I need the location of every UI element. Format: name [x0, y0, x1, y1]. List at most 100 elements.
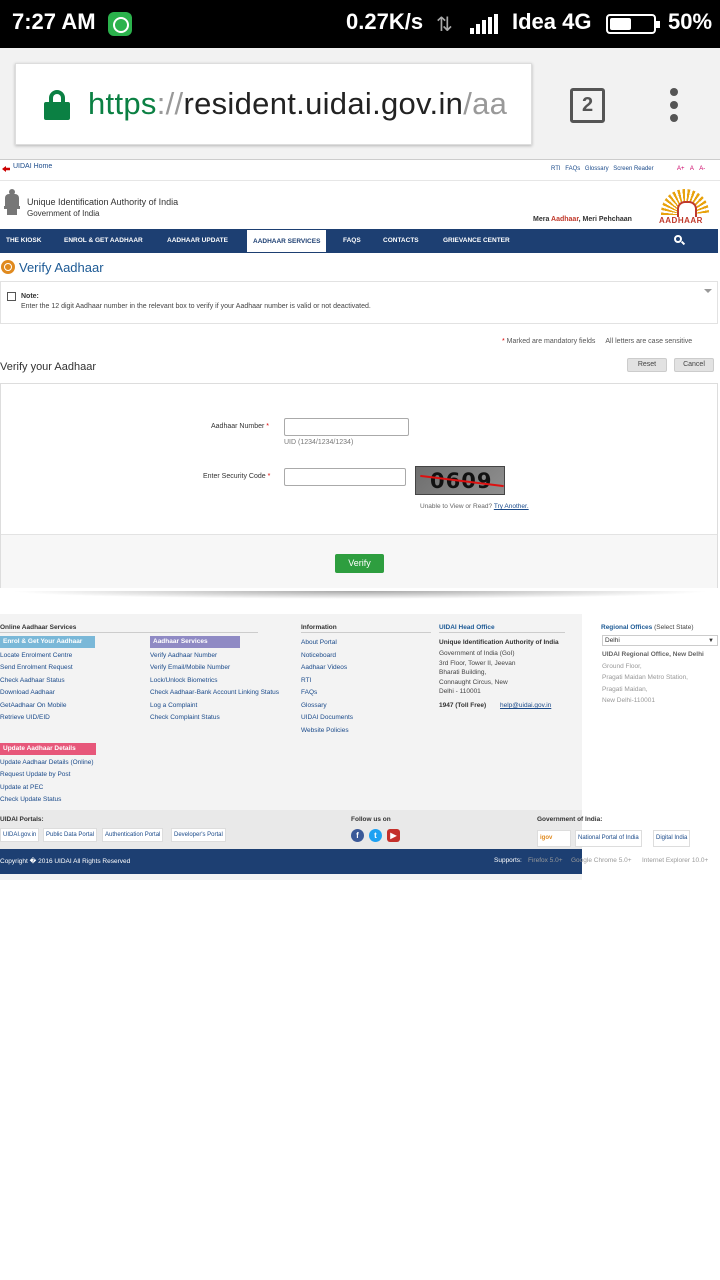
footer-link[interactable]: Update Aadhaar Details (Online): [0, 759, 94, 766]
aadhaar-number-input[interactable]: [284, 418, 409, 436]
aadhaar-sun-icon: [661, 189, 709, 217]
aadhaar-format-hint: UID (1234/1234/1234): [284, 439, 354, 446]
footer-link[interactable]: Check Aadhaar-Bank Account Linking Statu…: [150, 689, 279, 696]
section-title: Verify your Aadhaar: [0, 361, 97, 373]
youtube-icon[interactable]: ▶: [387, 829, 400, 842]
cancel-button[interactable]: Cancel: [674, 358, 714, 372]
battery-percent: 50%: [668, 9, 713, 34]
footer-link[interactable]: Log a Complaint: [150, 702, 197, 709]
footer-link[interactable]: FAQs: [301, 689, 317, 696]
try-another-link[interactable]: Try Another.: [494, 503, 529, 510]
enrol-tag: Enrol & Get Your Aadhaar: [0, 636, 95, 648]
footer-link[interactable]: Check Aadhaar Status: [0, 677, 65, 684]
font-normal-button[interactable]: A: [690, 166, 694, 172]
footer-link[interactable]: Send Enrolment Request: [0, 664, 73, 671]
footer-link[interactable]: Verify Aadhaar Number: [150, 652, 217, 659]
faqs-link[interactable]: FAQs: [565, 166, 580, 172]
footer-link[interactable]: Check Complaint Status: [150, 714, 220, 721]
footer-link[interactable]: Check Update Status: [0, 796, 61, 803]
chevron-down-icon: ▼: [708, 638, 714, 644]
update-tag: Update Aadhaar Details: [0, 743, 96, 755]
status-bar: 7:27 AM 0.27K/s ⇅ Idea 4G 50%: [0, 0, 720, 48]
web-page: UIDAI Home RTI FAQs Glossary Screen Read…: [0, 160, 720, 1280]
browser-toolbar: https://resident.uidai.gov.in/aa 2: [0, 48, 720, 160]
collapse-arrow-icon[interactable]: [704, 289, 712, 293]
search-icon[interactable]: [674, 235, 685, 246]
twitter-icon[interactable]: t: [369, 829, 382, 842]
signal-icon: [470, 14, 500, 34]
regional-office-name: UIDAI Regional Office, New Delhi: [602, 651, 704, 658]
footer-link[interactable]: About Portal: [301, 639, 337, 646]
magnifier-icon: [1, 260, 15, 274]
regional-offices-title: Regional Offices (Select State): [601, 624, 694, 631]
font-increase-button[interactable]: A+: [677, 166, 685, 172]
battery-icon: [606, 14, 660, 34]
captcha-help: Unable to View or Read? Try Another.: [420, 503, 529, 510]
footer-link[interactable]: Request Update by Post: [0, 771, 70, 778]
footer-link[interactable]: GetAadhaar On Mobile: [0, 702, 66, 709]
igov-logo[interactable]: igov: [537, 830, 571, 847]
footer-link[interactable]: Locate Enrolment Centre: [0, 652, 72, 659]
portal-link[interactable]: Developer's Portal: [171, 828, 226, 842]
portal-link[interactable]: Public Data Portal: [43, 828, 98, 842]
gov-title: Government of India:: [537, 816, 603, 823]
address-line: Bharati Building,: [439, 669, 487, 676]
footer-link[interactable]: Lock/Unlock Biometrics: [150, 677, 218, 684]
back-arrow-icon[interactable]: [2, 166, 10, 172]
national-portal-link[interactable]: National Portal of India: [575, 830, 642, 847]
tab-switcher-button[interactable]: 2: [570, 88, 605, 123]
address-line: Connaught Circus, New: [439, 679, 508, 686]
browser-support: Google Chrome 5.0+: [571, 857, 632, 864]
verify-form: Aadhaar Number * UID (1234/1234/1234) En…: [0, 383, 718, 588]
network-speed: 0.27K/s: [346, 9, 424, 34]
footer-link[interactable]: Glossary: [301, 702, 327, 709]
glossary-link[interactable]: Glossary: [585, 166, 609, 172]
footer-link[interactable]: Verify Email/Mobile Number: [150, 664, 230, 671]
footer-link[interactable]: Website Policies: [301, 727, 349, 734]
portal-link[interactable]: Authentication Portal: [102, 828, 164, 842]
main-nav: THE KIOSK ENROL & GET AADHAAR AADHAAR UP…: [0, 229, 718, 253]
nav-aadhaar-services[interactable]: AADHAAR SERVICES: [246, 229, 328, 253]
footer-link[interactable]: Download Aadhaar: [0, 689, 55, 696]
battery-fill: [610, 18, 631, 30]
address-bar[interactable]: https://resident.uidai.gov.in/aa: [15, 63, 532, 145]
page-title: Verify Aadhaar: [19, 260, 104, 275]
facebook-icon[interactable]: f: [351, 829, 364, 842]
nav-contacts[interactable]: CONTACTS: [383, 229, 419, 253]
nav-aadhaar-update[interactable]: AADHAAR UPDATE: [167, 229, 228, 253]
portal-link[interactable]: UIDAI.gov.in: [0, 828, 40, 842]
note-text: Enter the 12 digit Aadhaar number in the…: [21, 303, 371, 310]
reset-button[interactable]: Reset: [627, 358, 667, 372]
security-code-input[interactable]: [284, 468, 406, 486]
email-link[interactable]: help@uidai.gov.in: [500, 702, 551, 709]
state-select[interactable]: Delhi ▼: [602, 635, 718, 646]
aadhaar-logo[interactable]: AADHAAR: [655, 189, 715, 225]
verify-button[interactable]: Verify: [335, 554, 384, 573]
utility-bar: UIDAI Home RTI FAQs Glossary Screen Read…: [0, 160, 720, 180]
url-text: https://resident.uidai.gov.in/aa: [88, 86, 508, 121]
address-line: 3rd Floor, Tower II, Jeevan: [439, 660, 516, 667]
footer-link[interactable]: RTI: [301, 677, 311, 684]
footer-link[interactable]: Noticeboard: [301, 652, 336, 659]
status-time: 7:27 AM: [12, 9, 96, 34]
nav-the-kiosk[interactable]: THE KIOSK: [6, 229, 41, 253]
nav-enrol-get-aadhaar[interactable]: ENROL & GET AADHAAR: [64, 229, 143, 253]
footer-link[interactable]: Retrieve UID/EID: [0, 714, 50, 721]
uidai-home-link[interactable]: UIDAI Home: [13, 163, 52, 170]
carrier-name: Idea 4G: [512, 9, 592, 34]
digital-india-link[interactable]: Digital India: [653, 830, 691, 847]
address-line: Government of India (GoI): [439, 650, 515, 657]
org-name: Unique Identification Authority of India…: [27, 197, 179, 218]
footer-link[interactable]: UIDAI Documents: [301, 714, 353, 721]
footer-link[interactable]: Update at PEC: [0, 784, 43, 791]
nav-grievance-center[interactable]: GRIEVANCE CENTER: [443, 229, 510, 253]
toll-free-number: 1947 (Toll Free): [439, 702, 487, 709]
rti-link[interactable]: RTI: [551, 166, 561, 172]
information-title: Information: [301, 624, 337, 631]
aadhaar-number-label: Aadhaar Number *: [211, 423, 269, 430]
nav-faqs[interactable]: FAQS: [343, 229, 361, 253]
font-decrease-button[interactable]: A-: [699, 166, 705, 172]
overflow-menu-icon[interactable]: [670, 88, 678, 122]
footer-link[interactable]: Aadhaar Videos: [301, 664, 347, 671]
screen-reader-link[interactable]: Screen Reader: [613, 166, 653, 172]
